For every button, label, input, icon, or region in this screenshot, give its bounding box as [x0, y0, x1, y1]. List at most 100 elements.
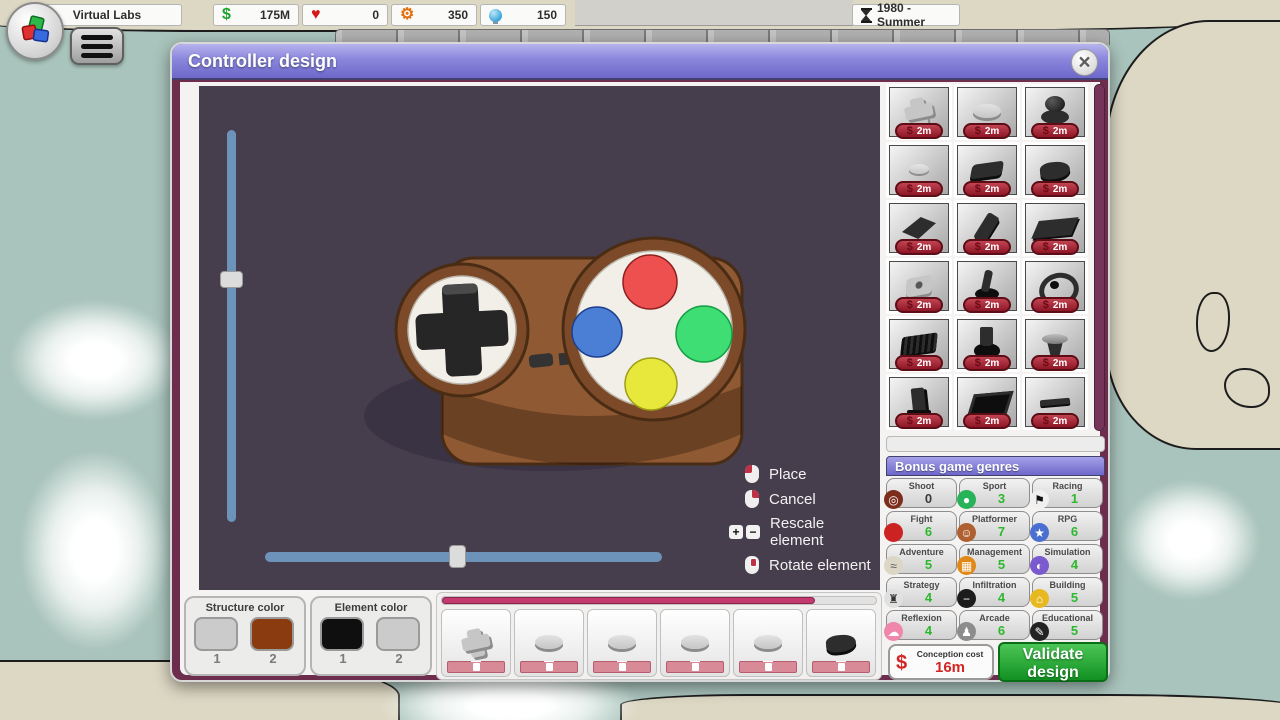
genre-building[interactable]: ⌂Building5 [1032, 577, 1103, 607]
part-item-holeplate[interactable]: $2m [886, 258, 952, 314]
genre-arcade[interactable]: ♟Arcade6 [959, 610, 1030, 640]
structure-color-panel: Structure color 12 [184, 596, 306, 676]
delete-element-button[interactable] [593, 661, 651, 673]
genre-bonus-value: 6 [901, 524, 956, 539]
delete-element-button[interactable] [447, 661, 505, 673]
genre-label: Reflexion [887, 613, 956, 623]
part-item-wheel[interactable]: $2m [1022, 258, 1088, 314]
genre-bonus-value: 5 [901, 557, 956, 572]
money-badge[interactable]: $175M [213, 4, 299, 26]
placed-element-disc[interactable] [587, 609, 657, 677]
vertical-slider-handle[interactable] [220, 271, 243, 288]
price-tag: $2m [963, 181, 1011, 197]
genre-shoot[interactable]: ◎Shoot0 [886, 478, 957, 508]
genre-fight[interactable]: Fight6 [886, 511, 957, 541]
structure-color-chip-2[interactable] [250, 617, 294, 651]
part-item-keyboard[interactable]: $2m [886, 316, 952, 372]
part-item-lever[interactable]: $2m [954, 258, 1020, 314]
genre-reflexion[interactable]: ☁Reflexion4 [886, 610, 957, 640]
gear-icon: ⚙ [400, 7, 414, 23]
cloud [1120, 480, 1260, 600]
genre-strategy[interactable]: ♜Strategy4 [886, 577, 957, 607]
genre-label: Strategy [887, 580, 956, 590]
placed-element-dpad[interactable] [441, 609, 511, 677]
genre-sport[interactable]: ●Sport3 [959, 478, 1030, 508]
price-tag: $2m [963, 123, 1011, 139]
structure-color-chip-1[interactable] [194, 617, 238, 651]
genre-racing[interactable]: ⚑Racing1 [1032, 478, 1103, 508]
close-button[interactable]: × [1071, 49, 1098, 76]
design-canvas[interactable]: PlaceCancel+−Rescale elementRotate eleme… [199, 86, 880, 590]
genre-management[interactable]: ▦Management5 [959, 544, 1030, 574]
placed-element-disc[interactable] [660, 609, 730, 677]
legend-label: Rotate element [769, 557, 871, 574]
element-color-chip-2[interactable] [376, 617, 420, 651]
part-item-stand[interactable]: $2m [886, 374, 952, 430]
part-item-stick[interactable]: $2m [1022, 84, 1088, 140]
genre-infiltration[interactable]: −Infiltration4 [959, 577, 1030, 607]
elements-scrollbar[interactable] [441, 596, 877, 605]
dialog-titlebar[interactable]: Controller design [172, 44, 1108, 80]
price-tag: $2m [1031, 413, 1079, 429]
validate-label: Validate design [1023, 646, 1083, 681]
mouse-left-icon [745, 465, 759, 483]
genre-educational[interactable]: ✎Educational5 [1032, 610, 1103, 640]
close-icon: × [1078, 51, 1090, 75]
genre-label: RPG [1033, 514, 1102, 524]
horizontal-slider-handle[interactable] [449, 545, 466, 568]
cost-label: Conception cost [914, 649, 986, 659]
part-item-tray[interactable]: $2m [954, 374, 1020, 430]
delete-element-button[interactable] [812, 661, 870, 673]
zoom-slider-vertical[interactable] [227, 130, 236, 522]
research-badge[interactable]: ⚙ 350 [391, 4, 477, 26]
legend-row: Rotate element [745, 556, 880, 574]
delete-element-button[interactable] [666, 661, 724, 673]
part-item-disc[interactable]: $2m [954, 84, 1020, 140]
part-item-plate[interactable]: $2m [954, 142, 1020, 198]
parts-horizontal-scrollbar[interactable] [886, 436, 1105, 452]
heart-icon: ♥ [311, 7, 321, 23]
legend-label: Cancel [769, 491, 816, 508]
ideas-badge[interactable]: 150 [480, 4, 566, 26]
parts-scrollbar[interactable] [1094, 84, 1105, 431]
part-item-arcstick[interactable]: $2m [954, 316, 1020, 372]
part-item-dpad[interactable]: $2m [886, 84, 952, 140]
fans-badge[interactable]: ♥0 [302, 4, 388, 26]
delete-element-button[interactable] [520, 661, 578, 673]
genre-bonus-value: 0 [901, 491, 956, 506]
delete-element-button[interactable] [739, 661, 797, 673]
genre-platformer[interactable]: ☺Platformer7 [959, 511, 1030, 541]
fans-value: 0 [325, 8, 380, 22]
top-gray-panel [575, 0, 853, 26]
validate-design-button[interactable]: Validate design [998, 642, 1108, 682]
placed-element-disc[interactable] [733, 609, 803, 677]
research-value: 350 [418, 8, 468, 22]
part-item-wedge[interactable]: $2m [886, 200, 952, 256]
placed-elements-strip [436, 592, 882, 680]
disc-part-icon [673, 627, 717, 659]
part-item-strip[interactable]: $2m [1022, 374, 1088, 430]
part-item-panel[interactable]: $2m [1022, 200, 1088, 256]
genre-rpg[interactable]: ★RPG6 [1032, 511, 1103, 541]
part-item-bar[interactable]: $2m [954, 200, 1020, 256]
part-item-shield[interactable]: $2m [1022, 142, 1088, 198]
genre-adventure[interactable]: ≈Adventure5 [886, 544, 957, 574]
element-color-chip-1[interactable] [320, 617, 364, 651]
rotate-slider-horizontal[interactable] [265, 552, 662, 562]
disc-part-icon [527, 627, 571, 659]
price-tag: $2m [1031, 297, 1079, 313]
part-item-smalldisc[interactable]: $2m [886, 142, 952, 198]
genre-label: Management [960, 547, 1029, 557]
placed-element-shield[interactable] [806, 609, 876, 677]
genre-simulation[interactable]: ◐Simulation4 [1032, 544, 1103, 574]
company-logo[interactable] [6, 2, 64, 60]
top-status-bar: Virtual Labs $175M♥0⚙350150 1980 -Summer [0, 0, 1280, 30]
genre-bonus-value: 6 [1047, 524, 1102, 539]
menu-button[interactable] [70, 27, 124, 65]
genre-label: Sport [960, 481, 1029, 491]
placed-element-disc[interactable] [514, 609, 584, 677]
genre-bonus-value: 3 [974, 491, 1029, 506]
dollar-icon: $ [896, 652, 907, 675]
part-item-knob[interactable]: $2m [1022, 316, 1088, 372]
element-color-panel: Element color 12 [310, 596, 432, 676]
